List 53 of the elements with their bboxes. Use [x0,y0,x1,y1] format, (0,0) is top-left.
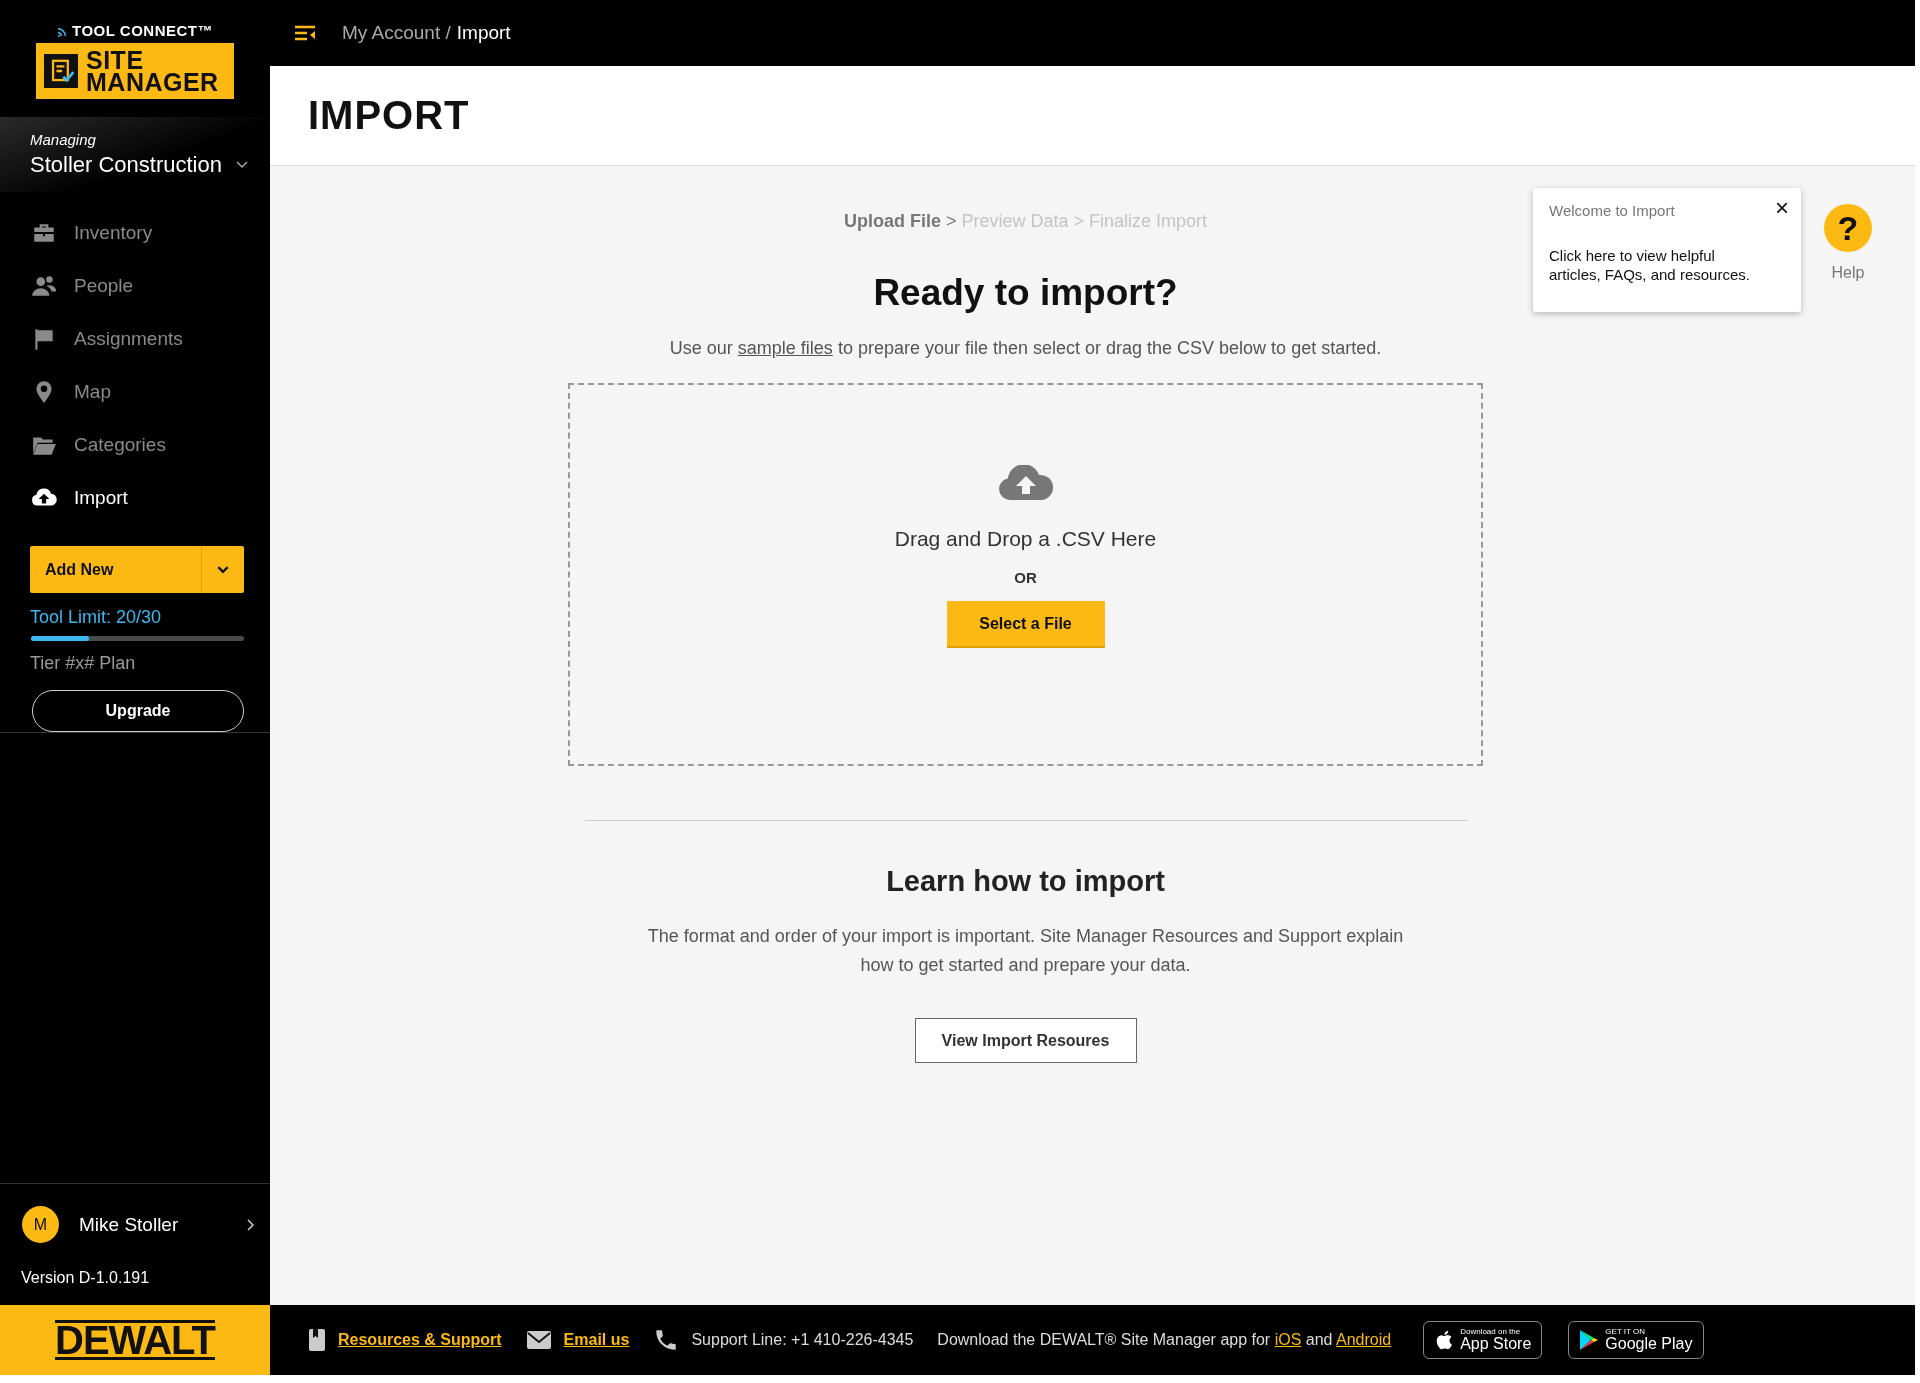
ios-link[interactable]: iOS [1274,1331,1302,1348]
plan-label: Tier #x# Plan [30,653,137,674]
section-heading: Learn how to import [886,865,1165,898]
email-link[interactable]: Email us [563,1331,630,1349]
help-button[interactable]: ? [1824,204,1872,252]
step-separator: > [1073,211,1084,232]
book-icon [308,1328,326,1352]
support-line: Support Line: +1 410-226-4345 [691,1331,914,1349]
file-drop-zone[interactable]: Drag and Drop a .CSV Here OR Select a File [568,383,1483,766]
resources-link[interactable]: Resources & Support [338,1331,502,1349]
intro-text: Use our sample files to prepare your file then select or drag the CSV below to get started. [669,338,1382,359]
nav-item[interactable]: Categories [0,418,270,471]
step-label: Upload File [843,211,941,232]
mail-icon [525,1330,552,1350]
view-resources-button[interactable]: View Import Resoures [914,1018,1137,1063]
download-text: Download the DEWALT® Site Manager app for iOS and Android [937,1331,1392,1349]
select-file-button[interactable]: Select a File [946,601,1105,648]
brand-logo: DEWALT [55,1320,215,1360]
menu-icon[interactable] [294,25,316,41]
play-icon [1579,1329,1600,1351]
nav-item[interactable]: Map [0,365,270,418]
site-manager-logo: SITE MANAGER [36,43,234,99]
popover-title: Welcome to Import [1549,202,1676,219]
chevron-down-icon [236,161,248,169]
step-separator: > [945,211,957,232]
learn-text: The format and order of your import is important. Site Manager Resources and Support explain how to get started and prepare your data. [646,925,1405,977]
tool-limit-label: Tool Limit: 20/30 [30,607,163,628]
tool-connect-logo: TOOL CONNECT™ [57,22,213,39]
nav-item[interactable]: Assignments [0,312,270,365]
google-play-badge[interactable]: GET IT ON Google Play [1568,1321,1704,1359]
close-button[interactable]: × [1775,198,1789,218]
popover-text[interactable]: Click here to view helpful articles, FAQs, and resources. [1549,246,1769,284]
avatar: M [22,1206,59,1243]
or-label: OR [1014,569,1037,586]
breadcrumb-current: Import [456,22,511,44]
upgrade-button[interactable]: Upgrade [32,690,244,732]
sample-files-link[interactable]: sample files [737,338,833,358]
section-heading: Ready to import? [873,272,1178,314]
nav-item[interactable]: Inventory [0,206,270,259]
nav-item[interactable]: Import [0,471,270,524]
page-title: IMPORT [308,93,470,138]
app-store-badge[interactable]: Download on the App Store [1423,1321,1543,1359]
cloud-upload-icon [997,465,1054,501]
user-menu[interactable]: M Mike Stoller [0,1184,270,1265]
breadcrumb-link[interactable]: My Account / [342,22,451,44]
chevron-right-icon [246,1218,254,1231]
add-new-button[interactable]: Add New [30,546,244,593]
version-label: Version D-1.0.191 [20,1268,151,1288]
nav-item[interactable]: People [0,259,270,312]
android-link[interactable]: Android [1336,1331,1392,1348]
drop-zone-text: Drag and Drop a .CSV Here [894,527,1157,551]
help-label: Help [1831,264,1865,282]
apple-icon [1434,1329,1455,1351]
